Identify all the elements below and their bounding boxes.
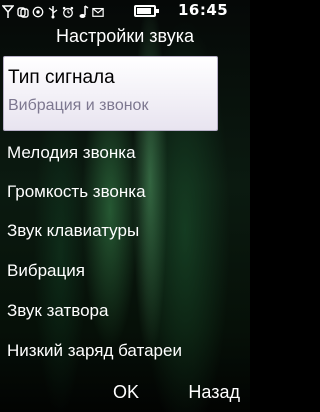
mail-icon — [92, 5, 104, 19]
back-button[interactable]: Назад — [188, 382, 240, 403]
message-icon — [32, 5, 44, 19]
signal-icon — [2, 5, 14, 19]
status-bar: 16:45 — [0, 0, 250, 24]
link-icon — [17, 5, 29, 19]
softkey-bar: OK Назад — [0, 382, 250, 406]
menu-item-label: Тип сигнала — [8, 67, 115, 88]
menu-item-signal-type[interactable]: Тип сигнала Вибрация и звонок — [3, 56, 218, 131]
usb-icon — [47, 5, 59, 19]
battery-icon — [134, 5, 159, 17]
menu-item-ringtone[interactable]: Мелодия звонка — [7, 143, 136, 163]
menu-item-vibration[interactable]: Вибрация — [7, 261, 85, 281]
menu-item-shutter-sound[interactable]: Звук затвора — [7, 301, 108, 321]
clock: 16:45 — [178, 1, 229, 19]
menu-item-key-sound[interactable]: Звук клавиатуры — [7, 221, 139, 241]
menu-item-value: Вибрация и звонок — [8, 97, 149, 114]
alarm-icon — [62, 5, 74, 19]
ok-button[interactable]: OK — [113, 382, 139, 403]
menu-item-ring-volume[interactable]: Громкость звонка — [7, 182, 146, 202]
menu-item-low-battery[interactable]: Низкий заряд батареи — [7, 341, 182, 361]
music-note-icon — [77, 5, 89, 19]
page-title: Настройки звука — [56, 26, 194, 46]
